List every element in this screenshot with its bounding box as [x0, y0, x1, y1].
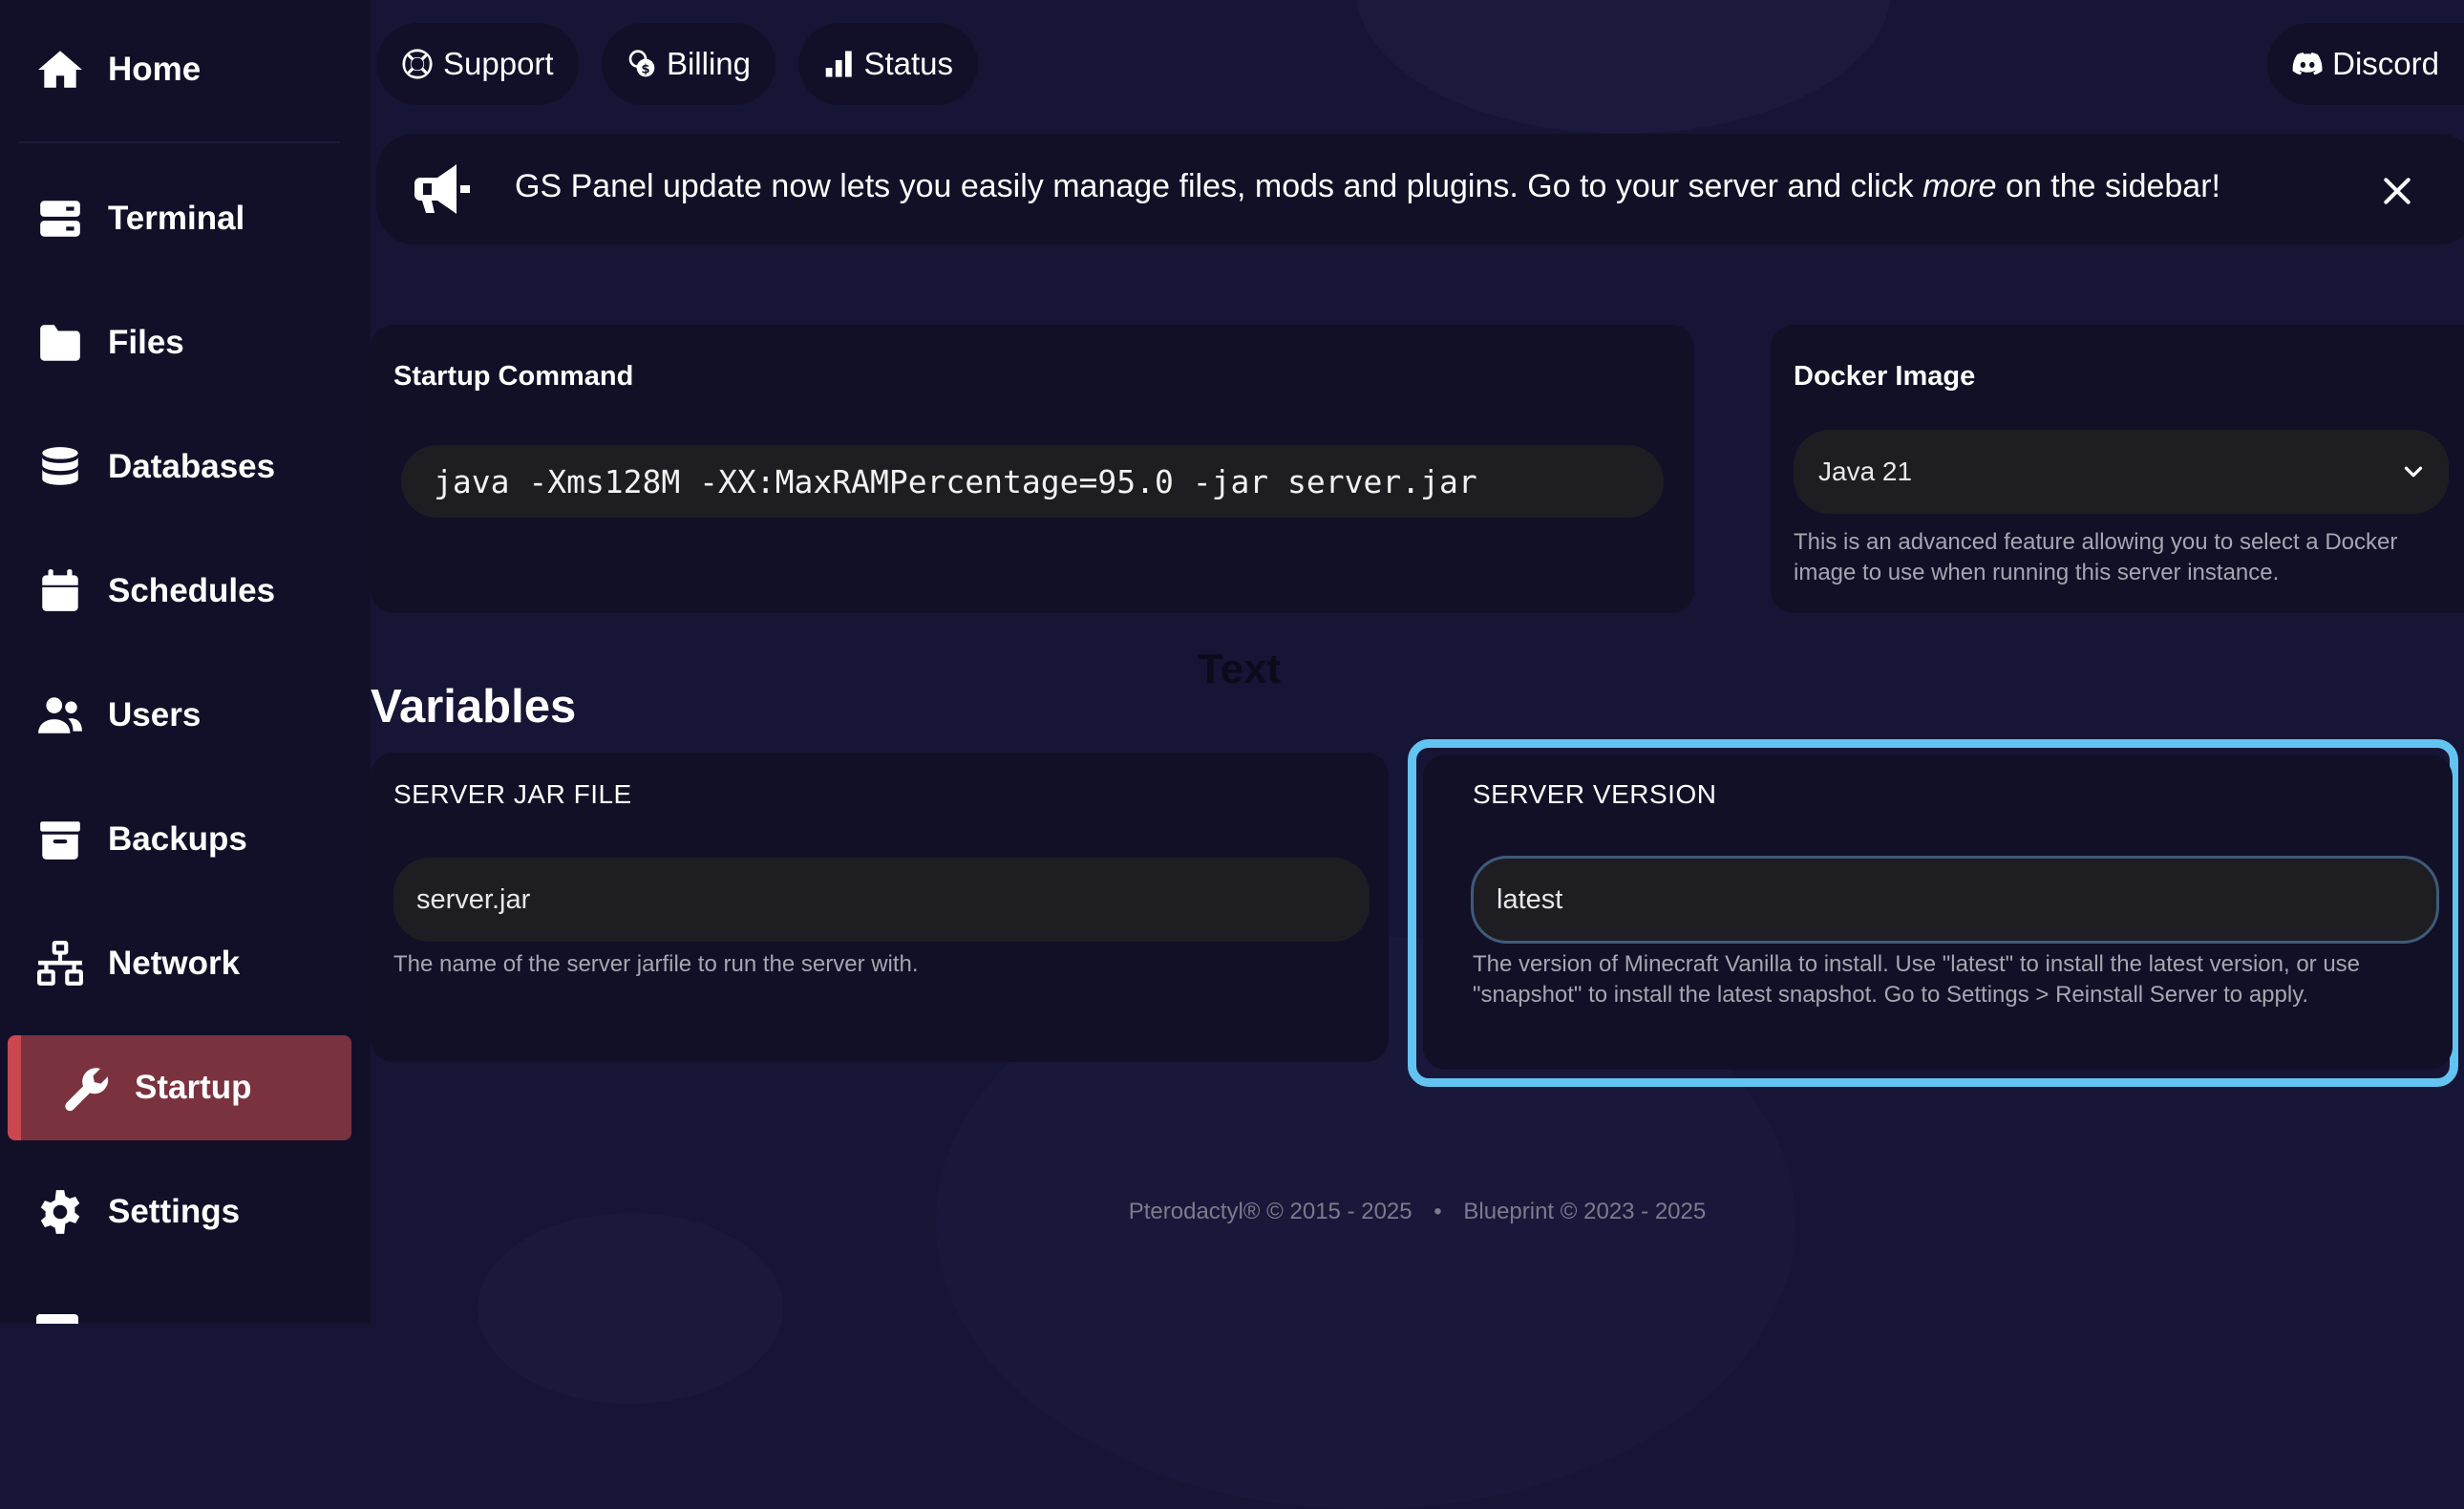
sidebar-item-label: Schedules: [108, 572, 276, 609]
sidebar-item-schedules[interactable]: Schedules: [0, 539, 371, 644]
sidebar: Home Terminal Files Databases Schedules …: [0, 0, 371, 1324]
svg-text:$: $: [641, 62, 649, 76]
sidebar-item-databases[interactable]: Databases: [0, 414, 371, 520]
sidebar-icon-partial: [36, 1314, 78, 1324]
docker-image-help: This is an advanced feature allowing you…: [1794, 529, 2398, 585]
docker-image-title: Docker Image: [1794, 361, 1976, 392]
terminal-icon: [36, 195, 84, 243]
footer-separator: •: [1434, 1199, 1442, 1224]
sidebar-item-label: Startup: [135, 1069, 252, 1106]
docker-image-card: Docker Image Java 21 This is an advanced…: [1771, 325, 2464, 613]
docker-image-value: Java 21: [1818, 457, 1913, 486]
variable-card-server-version: SERVER VERSION latest The version of Min…: [1423, 754, 2453, 1070]
network-icon: [36, 940, 84, 988]
close-icon: [2384, 178, 2411, 204]
billing-label: Billing: [666, 46, 751, 81]
variables-title: Variables: [371, 681, 577, 733]
support-label: Support: [443, 46, 554, 81]
announcement-emphasis: more: [1922, 168, 1997, 204]
wrench-icon: [63, 1064, 111, 1112]
variable-name: SERVER JAR FILE: [393, 779, 632, 809]
sidebar-item-backups[interactable]: Backups: [0, 787, 371, 892]
sidebar-divider: [19, 141, 340, 143]
server-version-value: latest: [1497, 883, 1563, 915]
startup-command-card: Startup Command java -Xms128M -XX:MaxRAM…: [371, 325, 1694, 613]
footer-blueprint-link[interactable]: Blueprint © 2023 - 2025: [1463, 1199, 1706, 1224]
startup-command-text: java -Xms128M -XX:MaxRAMPercentage=95.0 …: [434, 462, 1477, 500]
announcement-banner: GS Panel update now lets you easily mana…: [376, 134, 2464, 244]
sidebar-item-home[interactable]: Home: [0, 17, 371, 122]
server-jar-help: The name of the server jarfile to run th…: [393, 951, 919, 977]
sidebar-item-terminal[interactable]: Terminal: [0, 166, 371, 271]
discord-icon: [2292, 52, 2323, 75]
billing-button[interactable]: $ Billing: [602, 23, 775, 105]
sidebar-item-files[interactable]: Files: [0, 290, 371, 395]
home-icon: [36, 46, 84, 94]
background-shape: [478, 1213, 783, 1404]
server-version-help: The version of Minecraft Vanilla to inst…: [1473, 951, 2361, 1008]
announcement-text: GS Panel update now lets you easily mana…: [515, 168, 2220, 204]
server-jar-value: server.jar: [416, 883, 531, 915]
discord-label: Discord: [2332, 46, 2439, 81]
sidebar-item-label: Backups: [108, 820, 247, 858]
sidebar-item-network[interactable]: Network: [0, 911, 371, 1016]
chevron-down-icon: [2404, 466, 2423, 478]
server-jar-input[interactable]: server.jar: [393, 858, 1370, 942]
coins-icon: $: [628, 50, 655, 76]
status-label: Status: [863, 46, 953, 81]
bar-chart-icon: [825, 51, 852, 77]
startup-command-display[interactable]: java -Xms128M -XX:MaxRAMPercentage=95.0 …: [401, 445, 1664, 518]
startup-command-title: Startup Command: [393, 361, 634, 392]
sidebar-item-users[interactable]: Users: [0, 663, 371, 768]
archive-icon: [36, 816, 84, 863]
sidebar-item-partial[interactable]: [36, 1310, 84, 1324]
support-button[interactable]: Support: [376, 23, 579, 105]
footer-pterodactyl-link[interactable]: Pterodactyl® © 2015 - 2025: [1129, 1199, 1413, 1224]
lifebuoy-icon: [402, 49, 433, 79]
folder-icon: [36, 319, 84, 367]
server-version-input[interactable]: latest: [1471, 856, 2439, 944]
sidebar-item-label: Users: [108, 696, 202, 733]
database-icon: [36, 443, 84, 491]
background-shape: [1356, 0, 1891, 134]
close-announcement-button[interactable]: [2378, 172, 2416, 210]
footer: Pterodactyl® © 2015 - 2025 • Blueprint ©…: [0, 1199, 2464, 1225]
megaphone-icon: [414, 162, 472, 216]
sidebar-item-label: Home: [108, 51, 202, 88]
status-button[interactable]: Status: [798, 23, 978, 105]
overlay-text-label: Text: [1198, 646, 1282, 692]
sidebar-item-label: Databases: [108, 448, 276, 485]
users-icon: [36, 691, 84, 739]
sidebar-item-startup[interactable]: Startup: [8, 1035, 351, 1140]
sidebar-item-label: Files: [108, 324, 184, 361]
variable-name: SERVER VERSION: [1473, 779, 1717, 809]
calendar-icon: [36, 567, 84, 615]
docker-image-select[interactable]: Java 21: [1794, 430, 2449, 514]
variable-card-server-jar: SERVER JAR FILE server.jar The name of t…: [371, 753, 1389, 1062]
sidebar-item-label: Network: [108, 945, 241, 982]
sidebar-item-label: Terminal: [108, 200, 245, 237]
discord-button[interactable]: Discord: [2267, 23, 2464, 105]
